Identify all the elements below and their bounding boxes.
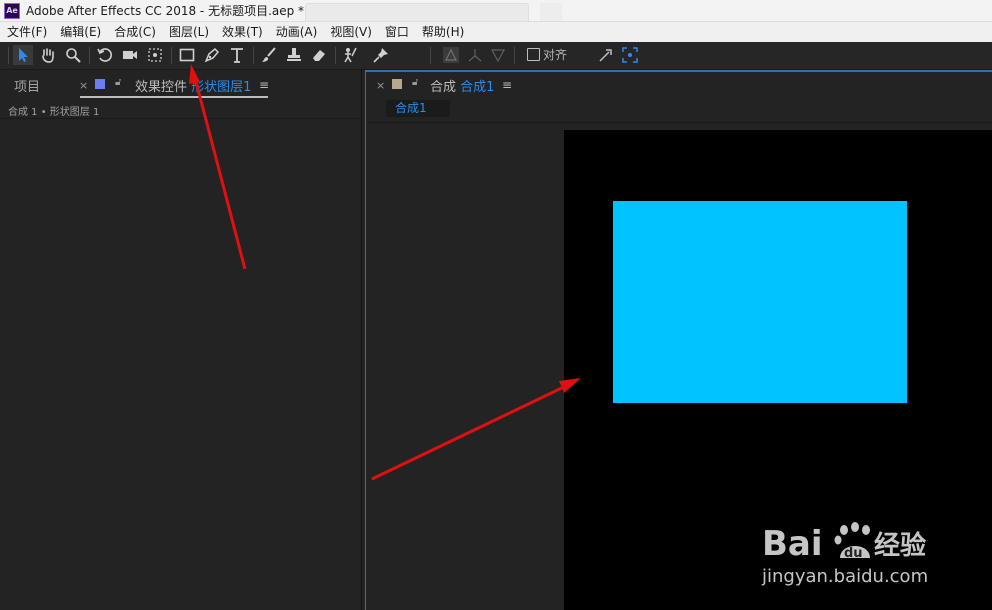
tab-comp-label: 合成	[430, 80, 457, 95]
tab-effect-layer-name: 形状图层1	[191, 80, 252, 95]
close-icon[interactable]: ×	[376, 79, 385, 92]
menu-bar: 文件(F) 编辑(E) 合成(C) 图层(L) 效果(T) 动画(A) 视图(V…	[0, 22, 992, 42]
baidu-jingyan-watermark: Bai du 经验	[762, 522, 942, 566]
menu-help[interactable]: 帮助(H)	[415, 22, 470, 42]
close-icon[interactable]: ×	[79, 79, 88, 92]
project-effects-panel: 项目 × 🔓︎ 效果控件 形状图层1 ≡ 合成 1 • 形状图层 1	[0, 70, 362, 610]
world-axis-mode-icon[interactable]	[465, 45, 485, 65]
eraser-tool-icon[interactable]	[309, 45, 329, 65]
toolbar-divider	[335, 47, 336, 64]
comp-color-swatch	[392, 79, 402, 89]
menu-window[interactable]: 窗口	[378, 22, 415, 42]
background-browser-tab	[540, 3, 562, 21]
window-title: Adobe After Effects CC 2018 - 无标题项目.aep …	[26, 4, 305, 18]
comp-navigator-tab[interactable]: 合成1	[386, 100, 450, 117]
rectangle-tool-icon[interactable]	[177, 45, 197, 65]
menu-view[interactable]: 视图(V)	[323, 22, 378, 42]
panel-divider	[366, 122, 992, 123]
active-panel-highlight	[366, 70, 992, 72]
pan-behind-tool-icon[interactable]	[145, 45, 165, 65]
puppet-pin-tool-icon[interactable]	[371, 45, 391, 65]
lock-icon[interactable]: 🔓︎	[412, 77, 418, 88]
toolbar-divider	[514, 47, 515, 64]
watermark-url: jingyan.baidu.com	[762, 566, 929, 587]
menu-layer[interactable]: 图层(L)	[162, 22, 215, 42]
rectangle-shape-layer[interactable]	[613, 201, 907, 403]
left-panel-tabs: 项目 × 🔓︎ 效果控件 形状图层1 ≡	[0, 70, 361, 98]
brush-tool-icon[interactable]	[259, 45, 279, 65]
snapping-icon[interactable]	[596, 45, 616, 65]
selection-tool-icon[interactable]	[13, 45, 33, 65]
zoom-tool-icon[interactable]	[63, 45, 83, 65]
camera-tool-icon[interactable]	[120, 45, 140, 65]
tab-effect-controls[interactable]: 效果控件 形状图层1	[135, 76, 251, 95]
align-label: 对齐	[543, 48, 568, 62]
background-browser-tab	[305, 3, 529, 22]
menu-effect[interactable]: 效果(T)	[215, 22, 269, 42]
title-bar: Ae Adobe After Effects CC 2018 - 无标题项目.a…	[0, 0, 992, 22]
toolbar-divider	[430, 47, 431, 64]
active-tab-indicator	[80, 96, 268, 98]
align-checkbox[interactable]	[527, 48, 540, 61]
roto-brush-tool-icon[interactable]	[341, 45, 361, 65]
tools-toolbar	[0, 42, 992, 70]
toolbar-divider	[253, 47, 254, 64]
svg-text:经验: 经验	[874, 530, 926, 561]
toolbar-grip	[8, 47, 9, 64]
layer-color-swatch	[95, 79, 105, 89]
tab-effect-label: 效果控件	[135, 80, 188, 95]
pen-tool-icon[interactable]	[202, 45, 222, 65]
tab-comp-name: 合成1	[460, 80, 495, 95]
menu-edit[interactable]: 编辑(E)	[53, 22, 107, 42]
menu-file[interactable]: 文件(F)	[0, 22, 53, 42]
svg-text:Bai: Bai	[762, 524, 823, 562]
rotation-tool-icon[interactable]	[95, 45, 115, 65]
view-axis-mode-icon[interactable]	[488, 45, 508, 65]
svg-text:du: du	[844, 546, 863, 561]
after-effects-icon: Ae	[4, 2, 20, 19]
breadcrumb: 合成 1 • 形状图层 1	[8, 107, 100, 118]
panel-divider	[0, 118, 361, 119]
snap-target-icon[interactable]	[620, 45, 640, 65]
toolbar-divider	[171, 47, 172, 64]
type-tool-icon[interactable]	[227, 45, 247, 65]
tab-composition[interactable]: 合成 合成1	[430, 76, 494, 95]
lock-icon[interactable]: 🔓︎	[115, 77, 121, 88]
menu-composition[interactable]: 合成(C)	[107, 22, 162, 42]
toolbar-divider	[89, 47, 90, 64]
panel-menu-icon[interactable]: ≡	[502, 78, 512, 92]
menu-animation[interactable]: 动画(A)	[269, 22, 324, 42]
local-axis-mode-icon[interactable]	[441, 45, 461, 65]
panel-menu-icon[interactable]: ≡	[259, 78, 269, 92]
tab-project[interactable]: 项目	[14, 76, 40, 95]
clone-stamp-tool-icon[interactable]	[284, 45, 304, 65]
hand-tool-icon[interactable]	[38, 45, 58, 65]
